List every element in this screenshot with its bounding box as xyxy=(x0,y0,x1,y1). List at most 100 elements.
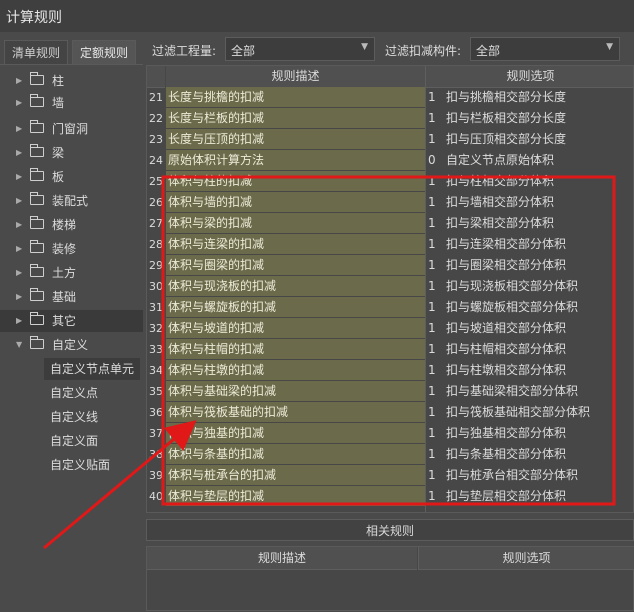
rule-option-cell[interactable]: 1 扣与坡道相交部分体积 xyxy=(426,318,633,338)
expand-caret-icon[interactable]: ▶ xyxy=(16,310,22,332)
table-row[interactable]: 36 体积与筏板基础的扣减 1 扣与筏板基础相交部分体积 xyxy=(147,402,633,423)
expand-caret-icon[interactable]: ▶ xyxy=(16,166,22,188)
expand-caret-icon[interactable]: ▶ xyxy=(16,190,22,212)
expand-caret-icon[interactable]: ▶ xyxy=(16,214,22,236)
rule-option-cell[interactable]: 1 扣与条基相交部分体积 xyxy=(426,444,633,464)
expand-caret-icon[interactable]: ▶ xyxy=(16,92,22,114)
expand-caret-icon[interactable]: ▶ xyxy=(16,286,22,308)
rule-option-cell[interactable]: 0 自定义节点原始体积 xyxy=(426,150,633,170)
expand-caret-icon[interactable]: ▶ xyxy=(16,118,22,140)
tree-item[interactable]: ▶ 楼梯 xyxy=(0,214,143,236)
tree-item[interactable]: ▶ 柱 xyxy=(0,70,143,92)
rule-description-cell: 体积与圈梁的扣减 xyxy=(166,255,425,275)
rule-option-code: 1 xyxy=(428,363,436,377)
expand-caret-icon[interactable]: ▶ xyxy=(16,70,22,92)
rule-option-text: 扣与条基相交部分体积 xyxy=(446,447,567,461)
folder-icon xyxy=(30,168,44,181)
tree-item[interactable]: ▶ 装配式 xyxy=(0,190,143,212)
table-row[interactable]: 38 体积与条基的扣减 1 扣与条基相交部分体积 xyxy=(147,444,633,465)
folder-icon xyxy=(30,336,44,349)
related-rules-button[interactable]: 相关规则 xyxy=(146,519,634,541)
table-row[interactable]: 25 体积与柱的扣减 1 扣与柱相交部分体积 xyxy=(147,171,633,192)
rule-option-cell[interactable]: 1 扣与筏板基础相交部分体积 xyxy=(426,402,633,422)
table-row[interactable]: 31 体积与螺旋板的扣减 1 扣与螺旋板相交部分体积 xyxy=(147,297,633,318)
rule-option-code: 1 xyxy=(428,258,436,272)
tree-item[interactable]: ▶ 门窗洞 xyxy=(0,118,143,140)
tree-subitem[interactable]: 自定义线 xyxy=(44,406,140,428)
rule-option-text: 扣与桩承台相交部分体积 xyxy=(446,468,579,482)
table-row[interactable]: 37 体积与独基的扣减 1 扣与独基相交部分体积 xyxy=(147,423,633,444)
tree-subitem[interactable]: 自定义节点单元 xyxy=(44,358,140,380)
expand-caret-icon[interactable]: ▶ xyxy=(16,142,22,164)
tree-item-label: 其它 xyxy=(52,314,77,328)
rule-option-cell[interactable]: 1 扣与桩承台相交部分体积 xyxy=(426,465,633,485)
rule-option-cell[interactable]: 1 扣与连梁相交部分体积 xyxy=(426,234,633,254)
tree-item[interactable]: ▶ 墙 xyxy=(0,92,143,114)
tree-item[interactable]: ▶ 板 xyxy=(0,166,143,188)
rule-option-cell[interactable]: 1 扣与垫层相交部分体积 xyxy=(426,486,633,506)
expand-caret-icon[interactable]: ▶ xyxy=(16,238,22,260)
table-row[interactable]: 27 体积与梁的扣减 1 扣与梁相交部分体积 xyxy=(147,213,633,234)
rule-option-cell[interactable]: 1 扣与螺旋板相交部分体积 xyxy=(426,297,633,317)
rule-option-cell[interactable]: 1 扣与柱相交部分体积 xyxy=(426,171,633,191)
rule-option-cell[interactable]: 1 扣与墙相交部分体积 xyxy=(426,192,633,212)
filter-project-select[interactable]: 全部 ▼ xyxy=(225,37,375,61)
tree-subitem[interactable]: 自定义点 xyxy=(44,382,140,404)
rule-description-cell: 体积与筏板基础的扣减 xyxy=(166,402,425,422)
table-row[interactable]: 35 体积与基础梁的扣减 1 扣与基础梁相交部分体积 xyxy=(147,381,633,402)
tree-item[interactable]: ▶ 梁 xyxy=(0,142,143,164)
filter-component-select[interactable]: 全部 ▼ xyxy=(470,37,620,61)
related-column-header-option[interactable]: 规则选项 xyxy=(418,547,634,570)
filter-project-value: 全部 xyxy=(231,44,256,58)
collapse-caret-icon[interactable]: ▼ xyxy=(16,334,22,356)
rule-option-cell[interactable]: 1 扣与柱墩相交部分体积 xyxy=(426,360,633,380)
rule-option-text: 扣与垫层相交部分体积 xyxy=(446,489,567,503)
tree-item[interactable]: ▶ 土方 xyxy=(0,262,143,284)
rule-description-cell: 体积与基础梁的扣减 xyxy=(166,381,425,401)
tree-item[interactable]: ▼ 自定义 xyxy=(0,334,143,356)
row-number: 36 xyxy=(149,406,163,419)
rule-option-code: 1 xyxy=(428,342,436,356)
tab-quota-rules[interactable]: 定额规则 xyxy=(72,40,136,64)
tree-item[interactable]: ▶ 基础 xyxy=(0,286,143,308)
tree-item[interactable]: ▶ 其它 xyxy=(0,310,143,332)
rule-option-cell[interactable]: 1 扣与挑檐相交部分长度 xyxy=(426,87,633,107)
filter-component-value: 全部 xyxy=(476,44,501,58)
filter-project-label: 过滤工程量: xyxy=(152,44,217,58)
table-row[interactable]: 24 原始体积计算方法 0 自定义节点原始体积 xyxy=(147,150,633,171)
table-row[interactable]: 30 体积与现浇板的扣减 1 扣与现浇板相交部分体积 xyxy=(147,276,633,297)
tree-item[interactable]: ▶ 装修 xyxy=(0,238,143,260)
rule-option-cell[interactable]: 1 扣与基础梁相交部分体积 xyxy=(426,381,633,401)
row-number: 25 xyxy=(149,175,163,188)
table-row[interactable]: 39 体积与桩承台的扣减 1 扣与桩承台相交部分体积 xyxy=(147,465,633,486)
table-row[interactable]: 22 长度与栏板的扣减 1 扣与栏板相交部分长度 xyxy=(147,108,633,129)
rule-option-cell[interactable]: 1 扣与圈梁相交部分体积 xyxy=(426,255,633,275)
table-row[interactable]: 21 长度与挑檐的扣减 1 扣与挑檐相交部分长度 xyxy=(147,87,633,108)
column-header-option[interactable]: 规则选项 xyxy=(426,66,633,88)
rule-description-cell: 长度与压顶的扣减 xyxy=(166,129,425,149)
rule-option-cell[interactable]: 1 扣与柱帽相交部分体积 xyxy=(426,339,633,359)
table-row[interactable]: 34 体积与柱墩的扣减 1 扣与柱墩相交部分体积 xyxy=(147,360,633,381)
rule-option-cell[interactable]: 1 扣与压顶相交部分长度 xyxy=(426,129,633,149)
rule-option-code: 1 xyxy=(428,468,436,482)
table-row[interactable]: 23 长度与压顶的扣减 1 扣与压顶相交部分长度 xyxy=(147,129,633,150)
rule-option-cell[interactable]: 1 扣与独基相交部分体积 xyxy=(426,423,633,443)
table-row[interactable]: 29 体积与圈梁的扣减 1 扣与圈梁相交部分体积 xyxy=(147,255,633,276)
rule-option-cell[interactable]: 1 扣与梁相交部分体积 xyxy=(426,213,633,233)
row-number: 29 xyxy=(149,259,163,272)
rule-option-code: 1 xyxy=(428,405,436,419)
table-row[interactable]: 40 体积与垫层的扣减 1 扣与垫层相交部分体积 xyxy=(147,486,633,507)
expand-caret-icon[interactable]: ▶ xyxy=(16,262,22,284)
table-row[interactable]: 28 体积与连梁的扣减 1 扣与连梁相交部分体积 xyxy=(147,234,633,255)
table-row[interactable]: 32 体积与坡道的扣减 1 扣与坡道相交部分体积 xyxy=(147,318,633,339)
rule-option-cell[interactable]: 1 扣与栏板相交部分长度 xyxy=(426,108,633,128)
tree-subitem[interactable]: 自定义面 xyxy=(44,430,140,452)
column-header-description[interactable]: 规则描述 xyxy=(166,66,425,88)
table-row[interactable]: 26 体积与墙的扣减 1 扣与墙相交部分体积 xyxy=(147,192,633,213)
tree-subitem[interactable]: 自定义贴面 xyxy=(44,454,140,476)
table-row[interactable]: 33 体积与柱帽的扣减 1 扣与柱帽相交部分体积 xyxy=(147,339,633,360)
rule-option-cell[interactable]: 1 扣与现浇板相交部分体积 xyxy=(426,276,633,296)
row-number: 24 xyxy=(149,154,163,167)
related-column-header-description[interactable]: 规则描述 xyxy=(147,547,417,570)
tab-list-rules[interactable]: 清单规则 xyxy=(4,40,68,64)
